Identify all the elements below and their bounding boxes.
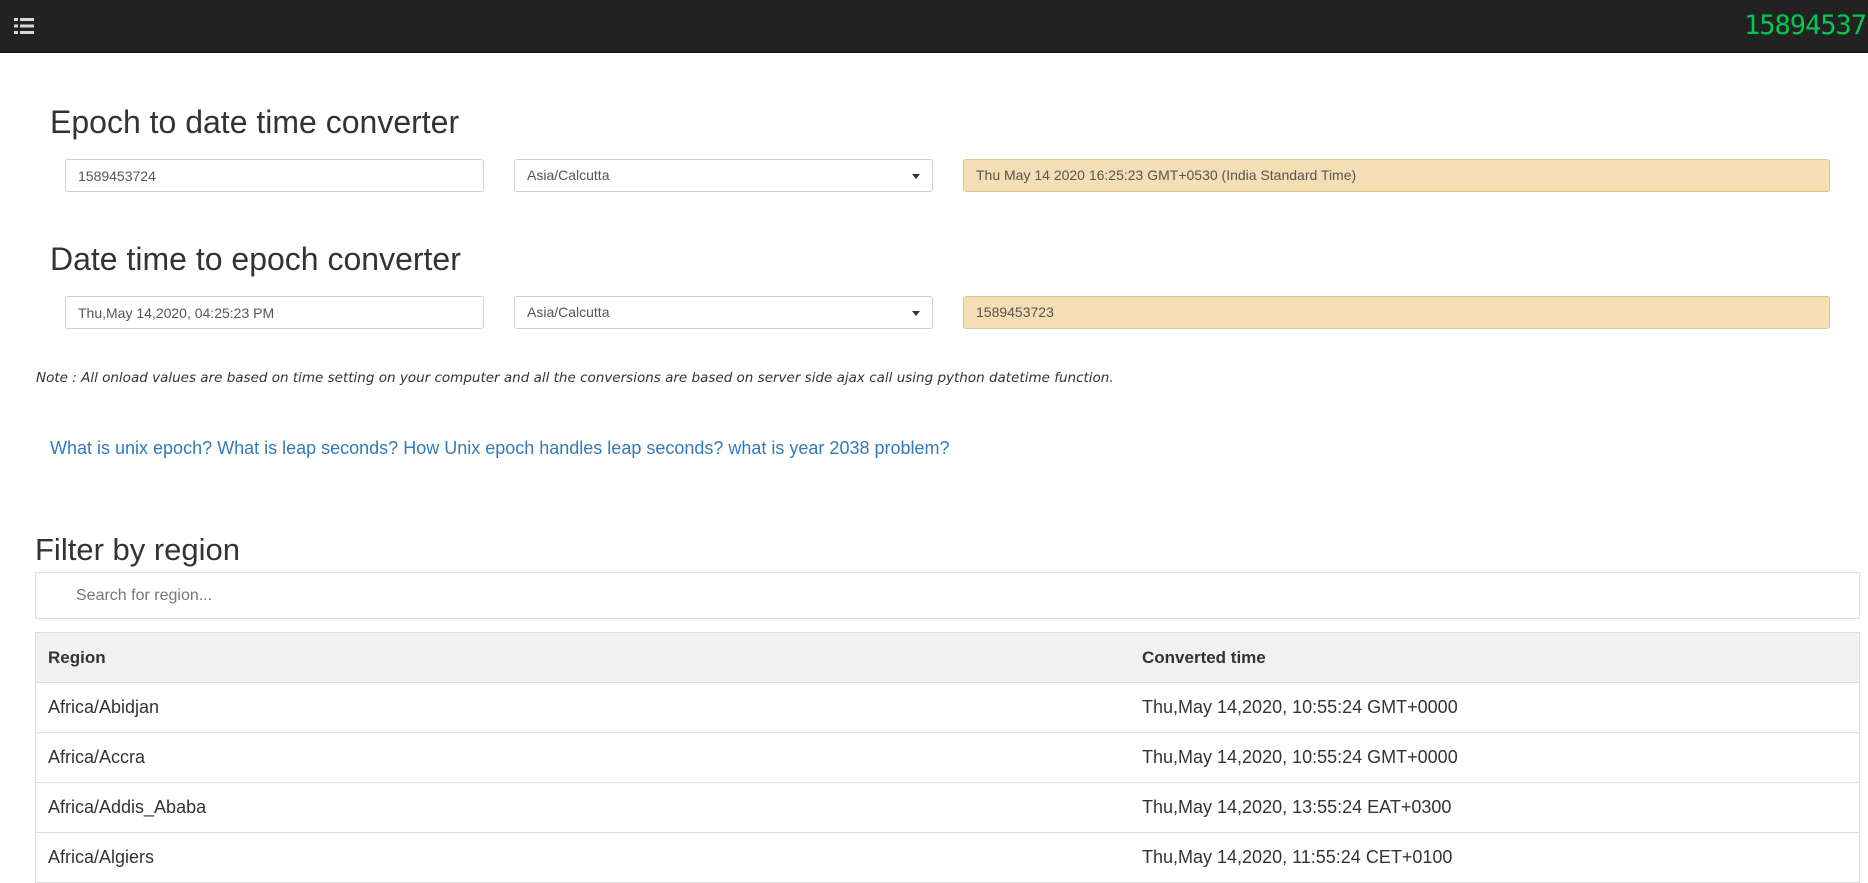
top-navbar: 1589453779 (0, 0, 1868, 53)
converted-time-cell: Thu,May 14,2020, 11:55:24 CET+0100 (1130, 832, 1860, 883)
region-cell: Africa/Abidjan (35, 682, 1130, 733)
column-header-region: Region (35, 632, 1130, 683)
table-row: Africa/Algiers Thu,May 14,2020, 11:55:24… (35, 832, 1860, 883)
filter-title: Filter by region (35, 532, 241, 567)
caret-down-icon (912, 311, 920, 316)
timezone-select-date[interactable]: Asia/Calcutta (514, 296, 933, 329)
region-search-input[interactable] (35, 572, 1860, 619)
epoch-to-date-result: Thu May 14 2020 16:25:23 GMT+0530 (India… (963, 159, 1830, 192)
table-header-row: Region Converted time (35, 632, 1860, 683)
caret-down-icon (912, 174, 920, 179)
table-row: Africa/Accra Thu,May 14,2020, 10:55:24 G… (35, 732, 1860, 783)
timezone-select-value: Asia/Calcutta (527, 304, 610, 320)
list-icon[interactable] (14, 17, 34, 35)
table-row: Africa/Addis_Ababa Thu,May 14,2020, 13:5… (35, 782, 1860, 833)
region-cell: Africa/Accra (35, 732, 1130, 783)
converted-time-cell: Thu,May 14,2020, 10:55:24 GMT+0000 (1130, 682, 1860, 733)
datetime-input[interactable] (65, 296, 484, 329)
live-epoch-clock: 1589453779 (1744, 10, 1868, 41)
unix-epoch-info-link[interactable]: What is unix epoch? What is leap seconds… (50, 438, 950, 459)
conversion-note: Note : All onload values are based on ti… (36, 370, 1114, 386)
region-table: Region Converted time Africa/Abidjan Thu… (35, 632, 1860, 883)
epoch-to-date-title: Epoch to date time converter (50, 104, 460, 140)
converted-time-cell: Thu,May 14,2020, 13:55:24 EAT+0300 (1130, 782, 1860, 833)
date-to-epoch-result: 1589453723 (963, 296, 1830, 329)
converted-time-cell: Thu,May 14,2020, 10:55:24 GMT+0000 (1130, 732, 1860, 783)
table-row: Africa/Abidjan Thu,May 14,2020, 10:55:24… (35, 682, 1860, 733)
region-cell: Africa/Addis_Ababa (35, 782, 1130, 833)
epoch-input[interactable] (65, 159, 484, 192)
timezone-select-epoch[interactable]: Asia/Calcutta (514, 159, 933, 192)
column-header-converted-time: Converted time (1130, 632, 1860, 683)
timezone-select-value: Asia/Calcutta (527, 167, 610, 183)
region-cell: Africa/Algiers (35, 832, 1130, 883)
date-to-epoch-title: Date time to epoch converter (50, 241, 461, 277)
